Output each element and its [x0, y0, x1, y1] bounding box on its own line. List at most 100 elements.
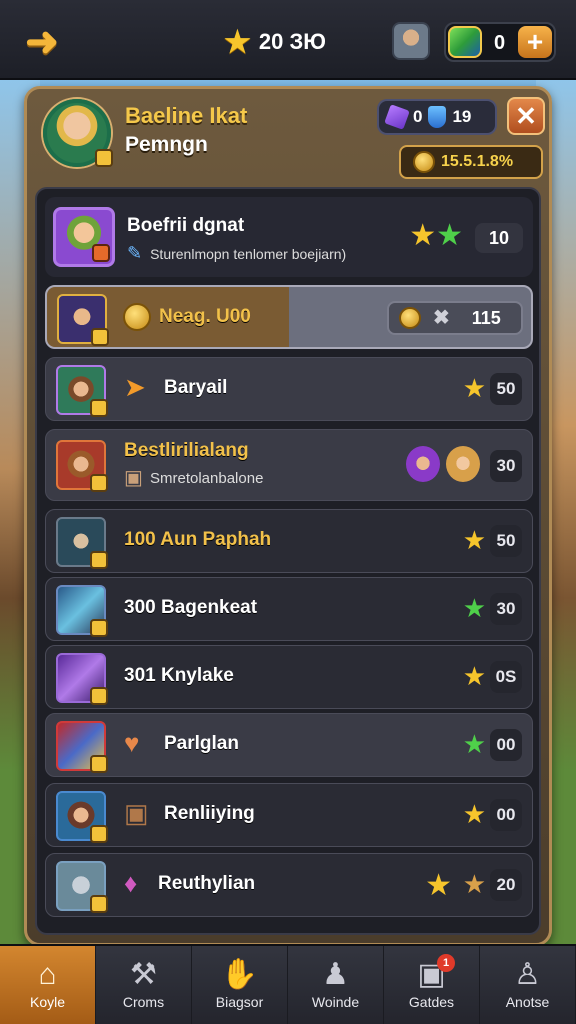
star-counter: ★ 20 ЗЮ: [224, 24, 326, 60]
rank-badge-icon: [90, 474, 108, 492]
hero-row-value: 20: [490, 869, 522, 901]
helmet-icon: ♟: [322, 958, 349, 991]
ally-hero-icon: [446, 446, 480, 482]
upgrade-cost-box[interactable]: ✖ 115: [387, 301, 523, 335]
nav-tab-guild[interactable]: ♟ Woinde: [288, 946, 384, 1024]
hero-row-value: 0Ѕ: [490, 661, 522, 693]
fire-badge-icon: [92, 244, 110, 262]
add-currency-button[interactable]: +: [518, 26, 552, 58]
nav-tab-character[interactable]: ♙ Anotse: [480, 946, 576, 1024]
pencil-icon[interactable]: ✎: [127, 243, 142, 264]
hero-row-value: 50: [490, 373, 522, 405]
star-icon: ★: [462, 799, 486, 829]
hero-row-label: Neag. U00: [159, 306, 251, 327]
hero-row-value: 50: [490, 525, 522, 557]
hero-row[interactable]: ▣ Renliiying ★ 00: [45, 783, 533, 847]
star-icon: ★: [224, 25, 251, 59]
nav-label: Biagsor: [215, 994, 264, 1010]
nav-tab-home[interactable]: ⌂ Koyle: [0, 946, 96, 1024]
featured-hero-value: 10: [475, 223, 523, 253]
profile-name: Baeline Ikat: [125, 103, 248, 128]
hero-row-value: 00: [490, 729, 522, 761]
heart-icon: ♥: [124, 728, 140, 758]
featured-hero-description: ✎ Sturenlmopn tenlomer boejiarn): [127, 243, 346, 264]
rank-badge-icon: [90, 551, 108, 569]
back-arrow-icon[interactable]: ➜: [20, 20, 64, 64]
featured-hero-name: Boefrii dgnat: [127, 215, 245, 236]
rank-badge-icon: [90, 755, 108, 773]
hero-row-label: Baryail: [164, 377, 228, 398]
star-icon: ★: [462, 525, 486, 555]
nav-tab-crafting[interactable]: ⚒ Croms: [96, 946, 192, 1024]
nav-tab-heroes[interactable]: ✋ Biagsor: [192, 946, 288, 1024]
profile-subtitle: Pemngn: [125, 133, 208, 156]
gold-value: 15.5.1.8%: [441, 153, 514, 170]
featured-hero-subtitle: Sturenlmopn tenlomer boejiarn): [150, 245, 347, 262]
green-star-icon: ★: [462, 729, 486, 759]
resource-counter: 0 19: [377, 99, 497, 135]
upgrade-cost-value: 115: [471, 307, 501, 328]
crystal-icon: [384, 104, 410, 130]
nav-label: Anotse: [505, 994, 550, 1010]
hero-row[interactable]: 100 Aun Paphah ★ 50: [45, 509, 533, 573]
nav-label: Croms: [122, 994, 165, 1010]
nav-tab-chests[interactable]: ▣ 1 Gatdes: [384, 946, 480, 1024]
hero-row[interactable]: Neag. U00 ✖ 115: [45, 285, 533, 349]
star-icon: ★: [409, 219, 437, 252]
hero-row-label: 100 Aun Paphah: [124, 529, 272, 550]
hero-row[interactable]: ➤ Baryail ★ 50: [45, 357, 533, 421]
hero-list: Boefrii dgnat ✎ Sturenlmopn tenlomer boe…: [35, 187, 541, 935]
hammer-icon: ⚒: [130, 958, 157, 991]
roster-panel: Baeline Ikat Pemngn 0 19 ✕ 15.5.1.8% Boe…: [24, 86, 552, 946]
coin-icon: [123, 303, 151, 335]
hero-row-value: 00: [490, 799, 522, 831]
star-icon: ★: [462, 373, 486, 403]
hero-row[interactable]: 300 Bagenkeat ★ 30: [45, 577, 533, 641]
shield-icon: [428, 106, 447, 128]
nav-label: Koyle: [29, 994, 66, 1010]
rank-badge-icon: [95, 149, 113, 167]
star-icon: ★: [462, 661, 486, 691]
hero-row[interactable]: ♥ Parlglan ★ 00: [45, 713, 533, 777]
featured-hero-card[interactable]: Boefrii dgnat ✎ Sturenlmopn tenlomer boe…: [45, 197, 533, 277]
bottom-navigation: ⌂ Koyle ⚒ Croms ✋ Biagsor ♟ Woinde ▣ 1 G…: [0, 944, 576, 1024]
green-star-icon: ★: [436, 219, 463, 252]
top-bar: ➜ ★ 20 ЗЮ 0 +: [0, 0, 576, 80]
hero-row-value: 30: [490, 593, 522, 625]
rank-badge-icon: [90, 399, 108, 417]
hero-row-label: Reuthylian: [158, 873, 256, 894]
gold-counter: 15.5.1.8%: [399, 145, 543, 179]
featured-star-rating: ★★: [409, 221, 463, 251]
close-button[interactable]: ✕: [507, 97, 545, 135]
hero-row[interactable]: ♦ Reuthylian ★ ★ 20: [45, 853, 533, 917]
rank-badge-icon: [90, 687, 108, 705]
rank-badge-icon: [90, 895, 108, 913]
shield-count: 19: [452, 107, 472, 126]
nav-label: Woinde: [311, 994, 360, 1010]
hero-row-label: 301 Knylake: [124, 665, 234, 686]
hero-row-label: 300 Bagenkeat: [124, 597, 258, 618]
crystal-count: 0: [413, 107, 423, 126]
green-star-icon: ★: [462, 593, 486, 623]
gem-icon: [448, 26, 482, 58]
sword-icon: ➤: [124, 372, 146, 402]
hero-row[interactable]: Bestlirilialang ▣ Smretolanbalone 30: [45, 429, 533, 501]
character-icon: ♙: [514, 958, 541, 991]
ally-hero-icon: [406, 446, 440, 482]
gold-coin-icon: [413, 151, 435, 173]
rank-badge-icon: [90, 825, 108, 843]
nav-label: Gatdes: [408, 994, 455, 1010]
hero-row-label: Bestlirilialang: [124, 440, 249, 461]
hero-row-subtitle: Smretolanbalone: [150, 470, 264, 487]
star-icon: ★: [462, 869, 486, 899]
hero-row[interactable]: 301 Knylake ★ 0Ѕ: [45, 645, 533, 709]
home-icon: ⌂: [38, 958, 57, 991]
player-hero-icon[interactable]: [392, 22, 430, 60]
gem-count: 0: [494, 32, 506, 54]
hero-row-value: 30: [490, 450, 522, 482]
hero-row-label: Renliiying: [164, 803, 255, 824]
wrench-icon: ✖: [433, 307, 450, 329]
profile-avatar[interactable]: [43, 99, 113, 167]
hand-icon: ✋: [220, 958, 259, 991]
featured-hero-portrait: [53, 207, 115, 267]
